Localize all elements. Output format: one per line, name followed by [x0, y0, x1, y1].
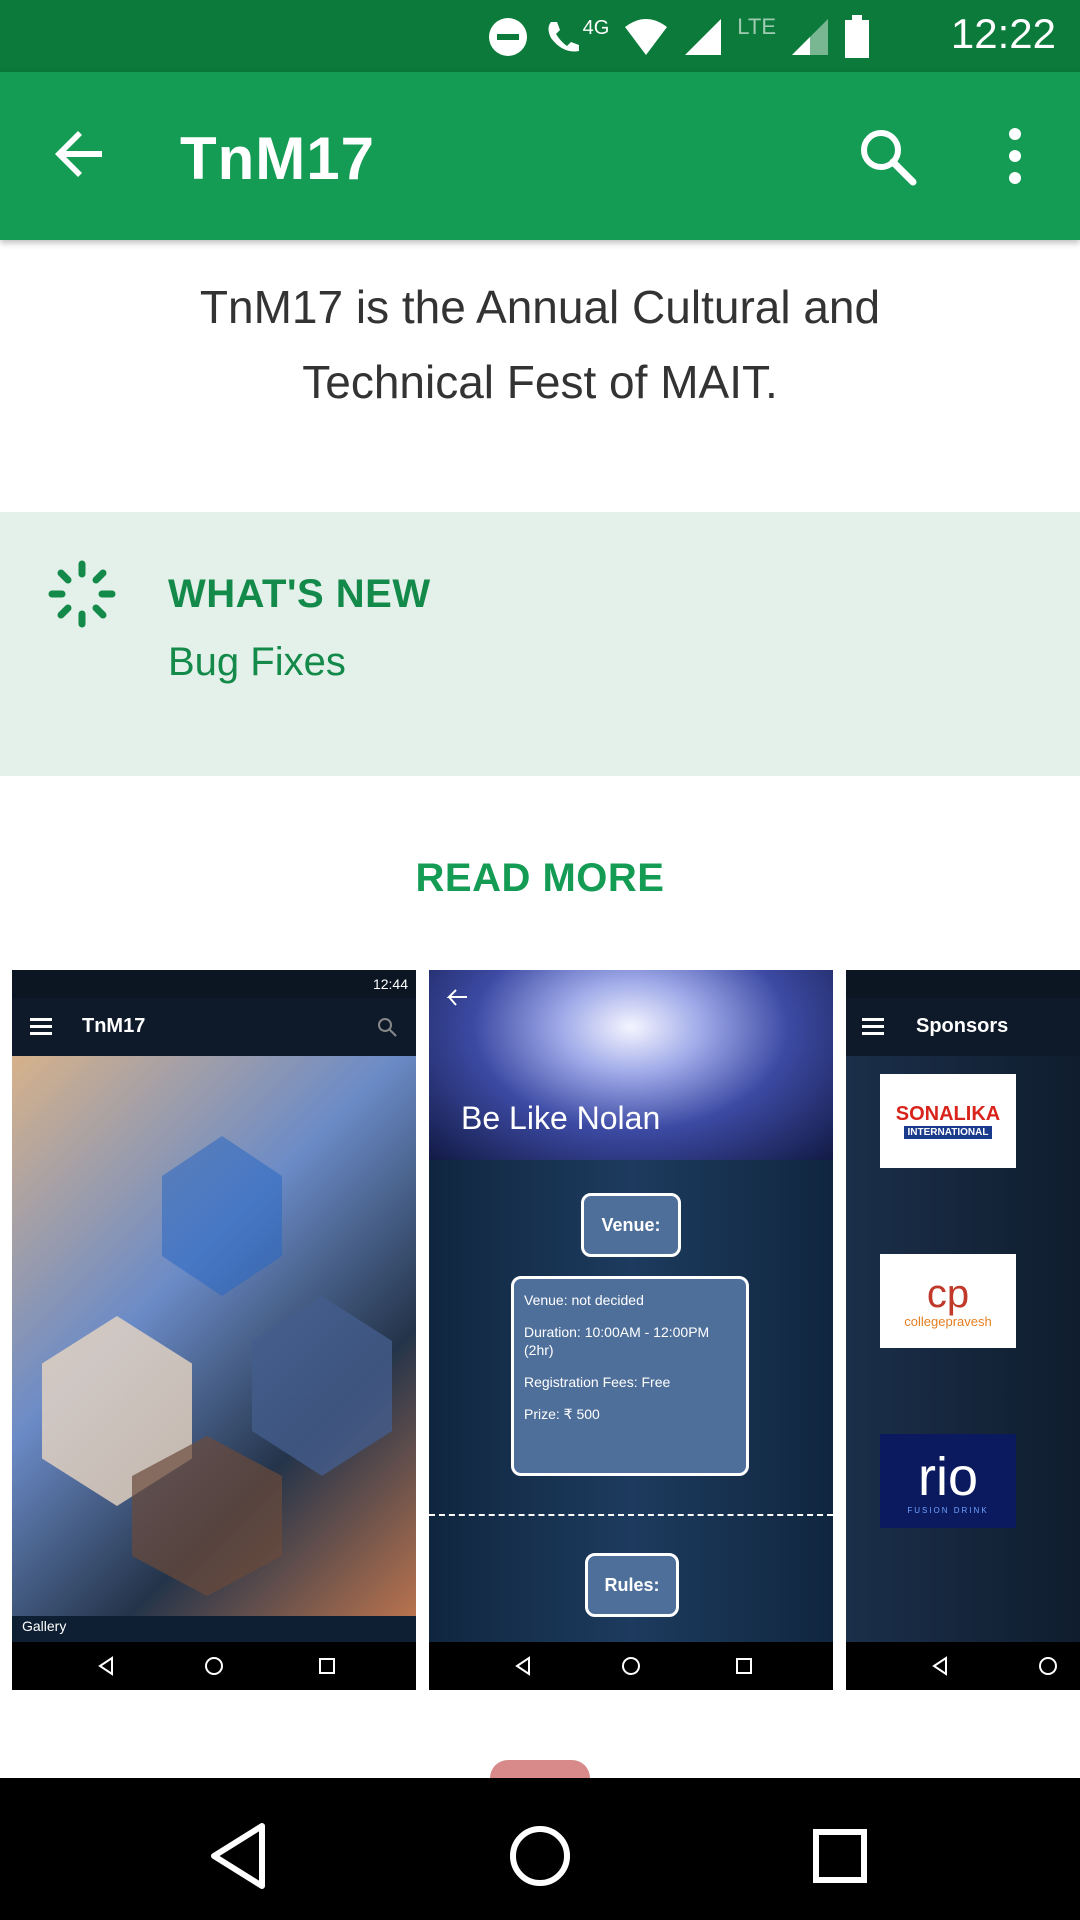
sponsor-logo-sonalika: SONALIKA INTERNATIONAL [880, 1074, 1016, 1168]
event-duration: Duration: 10:00AM - 12:00PM (2hr) [524, 1324, 710, 1358]
event-venue: Venue: not decided [524, 1292, 644, 1308]
whats-new-heading: WHAT'S NEW [168, 572, 431, 616]
mini-status-time: 12:44 [372, 976, 408, 992]
whats-new-sparkle-icon [48, 560, 116, 628]
mini-app-title: Sponsors [916, 1015, 1009, 1037]
mini-nav-icons [932, 1656, 1057, 1676]
system-nav-bar [0, 1778, 1080, 1920]
status-bar: 4G LTE 12:22 [0, 0, 1080, 72]
app-description: TnM17 is the Annual Cultural and Technic… [0, 270, 1080, 420]
mini-nav-icons [98, 1656, 335, 1676]
event-title: Be Like Nolan [461, 1100, 661, 1136]
mini-app-bar: TnM17 [12, 998, 416, 1056]
search-icon[interactable] [855, 124, 919, 188]
back-arrow-icon[interactable] [50, 124, 110, 184]
mini-menu-icon [30, 1018, 52, 1035]
wifi-icon [625, 19, 668, 55]
divider [429, 1514, 833, 1516]
mini-nav-icons [515, 1656, 752, 1676]
lte-label: LTE [737, 14, 776, 39]
more-options-icon[interactable] [995, 124, 1035, 188]
network-type-label: 4G [582, 16, 610, 39]
nav-back-icon[interactable] [200, 1816, 280, 1896]
signal-secondary-icon [792, 19, 828, 55]
mini-nav-bar [12, 1642, 416, 1690]
mini-search-icon [378, 1018, 397, 1037]
gallery-collage-image [12, 1056, 416, 1616]
wifi-calling-icon [548, 22, 579, 52]
description-line-2: Technical Fest of MAIT. [302, 356, 778, 408]
gallery-label: Gallery [22, 1618, 67, 1634]
mini-nav-bar [429, 1642, 833, 1690]
status-time: 12:22 [950, 10, 1056, 57]
collegepravesh-logo-text: collegepravesh [904, 1313, 992, 1329]
nav-home-icon[interactable] [500, 1816, 580, 1896]
app-bar-title: TnM17 [180, 125, 376, 192]
venue-button[interactable]: Venue: [581, 1193, 681, 1257]
sonalika-logo-subtext: INTERNATIONAL [903, 1126, 993, 1139]
event-info-box: Venue: not decided Duration: 10:00AM - 1… [511, 1276, 749, 1476]
mini-app-title: TnM17 [82, 1015, 146, 1037]
screenshot-gallery[interactable]: 12:44 TnM17 Gallery [12, 970, 416, 1690]
status-icons: 4G LTE [487, 12, 870, 62]
battery-icon [845, 15, 869, 58]
mini-app-bar: Sponsors [846, 998, 1080, 1056]
whats-new-body: Bug Fixes [168, 640, 346, 684]
rio-logo-subtext: FUSION DRINK [907, 1505, 989, 1515]
mini-status-bar: 12:44 [12, 970, 416, 998]
screenshot-carousel[interactable]: 12:44 TnM17 Gallery Be Like Nolan Venue:… [0, 970, 1080, 1690]
next-section-peek [490, 1760, 590, 1778]
description-line-1: TnM17 is the Annual Cultural and [199, 281, 881, 333]
screenshot-sponsors[interactable]: Sponsors SONALIKA INTERNATIONAL cp colle… [846, 970, 1080, 1690]
app-bar: TnM17 [0, 72, 1080, 240]
collegepravesh-logo-mark: cp [926, 1271, 970, 1316]
event-fees: Registration Fees: Free [524, 1374, 671, 1390]
mini-menu-icon [862, 1018, 884, 1035]
sponsor-logo-collegepravesh: cp collegepravesh [880, 1254, 1016, 1348]
event-prize: Prize: ₹ 500 [524, 1406, 600, 1422]
rio-logo-text: rio [917, 1446, 978, 1507]
signal-icon [685, 19, 722, 55]
sponsor-logo-rio: rio FUSION DRINK [880, 1434, 1016, 1528]
screenshot-event-details[interactable]: Be Like Nolan Venue: Venue: not decided … [429, 970, 833, 1690]
mini-nav-bar [846, 1642, 1080, 1690]
read-more-button[interactable]: READ MORE [0, 856, 1080, 901]
nav-recents-icon[interactable] [800, 1816, 880, 1896]
whats-new-section: WHAT'S NEW Bug Fixes [0, 512, 1080, 776]
sonalika-logo-text: SONALIKA [895, 1103, 1001, 1125]
do-not-disturb-icon [488, 18, 527, 56]
rules-button[interactable]: Rules: [585, 1553, 679, 1617]
mini-status-bar [846, 970, 1080, 998]
mini-back-icon [446, 989, 467, 1006]
